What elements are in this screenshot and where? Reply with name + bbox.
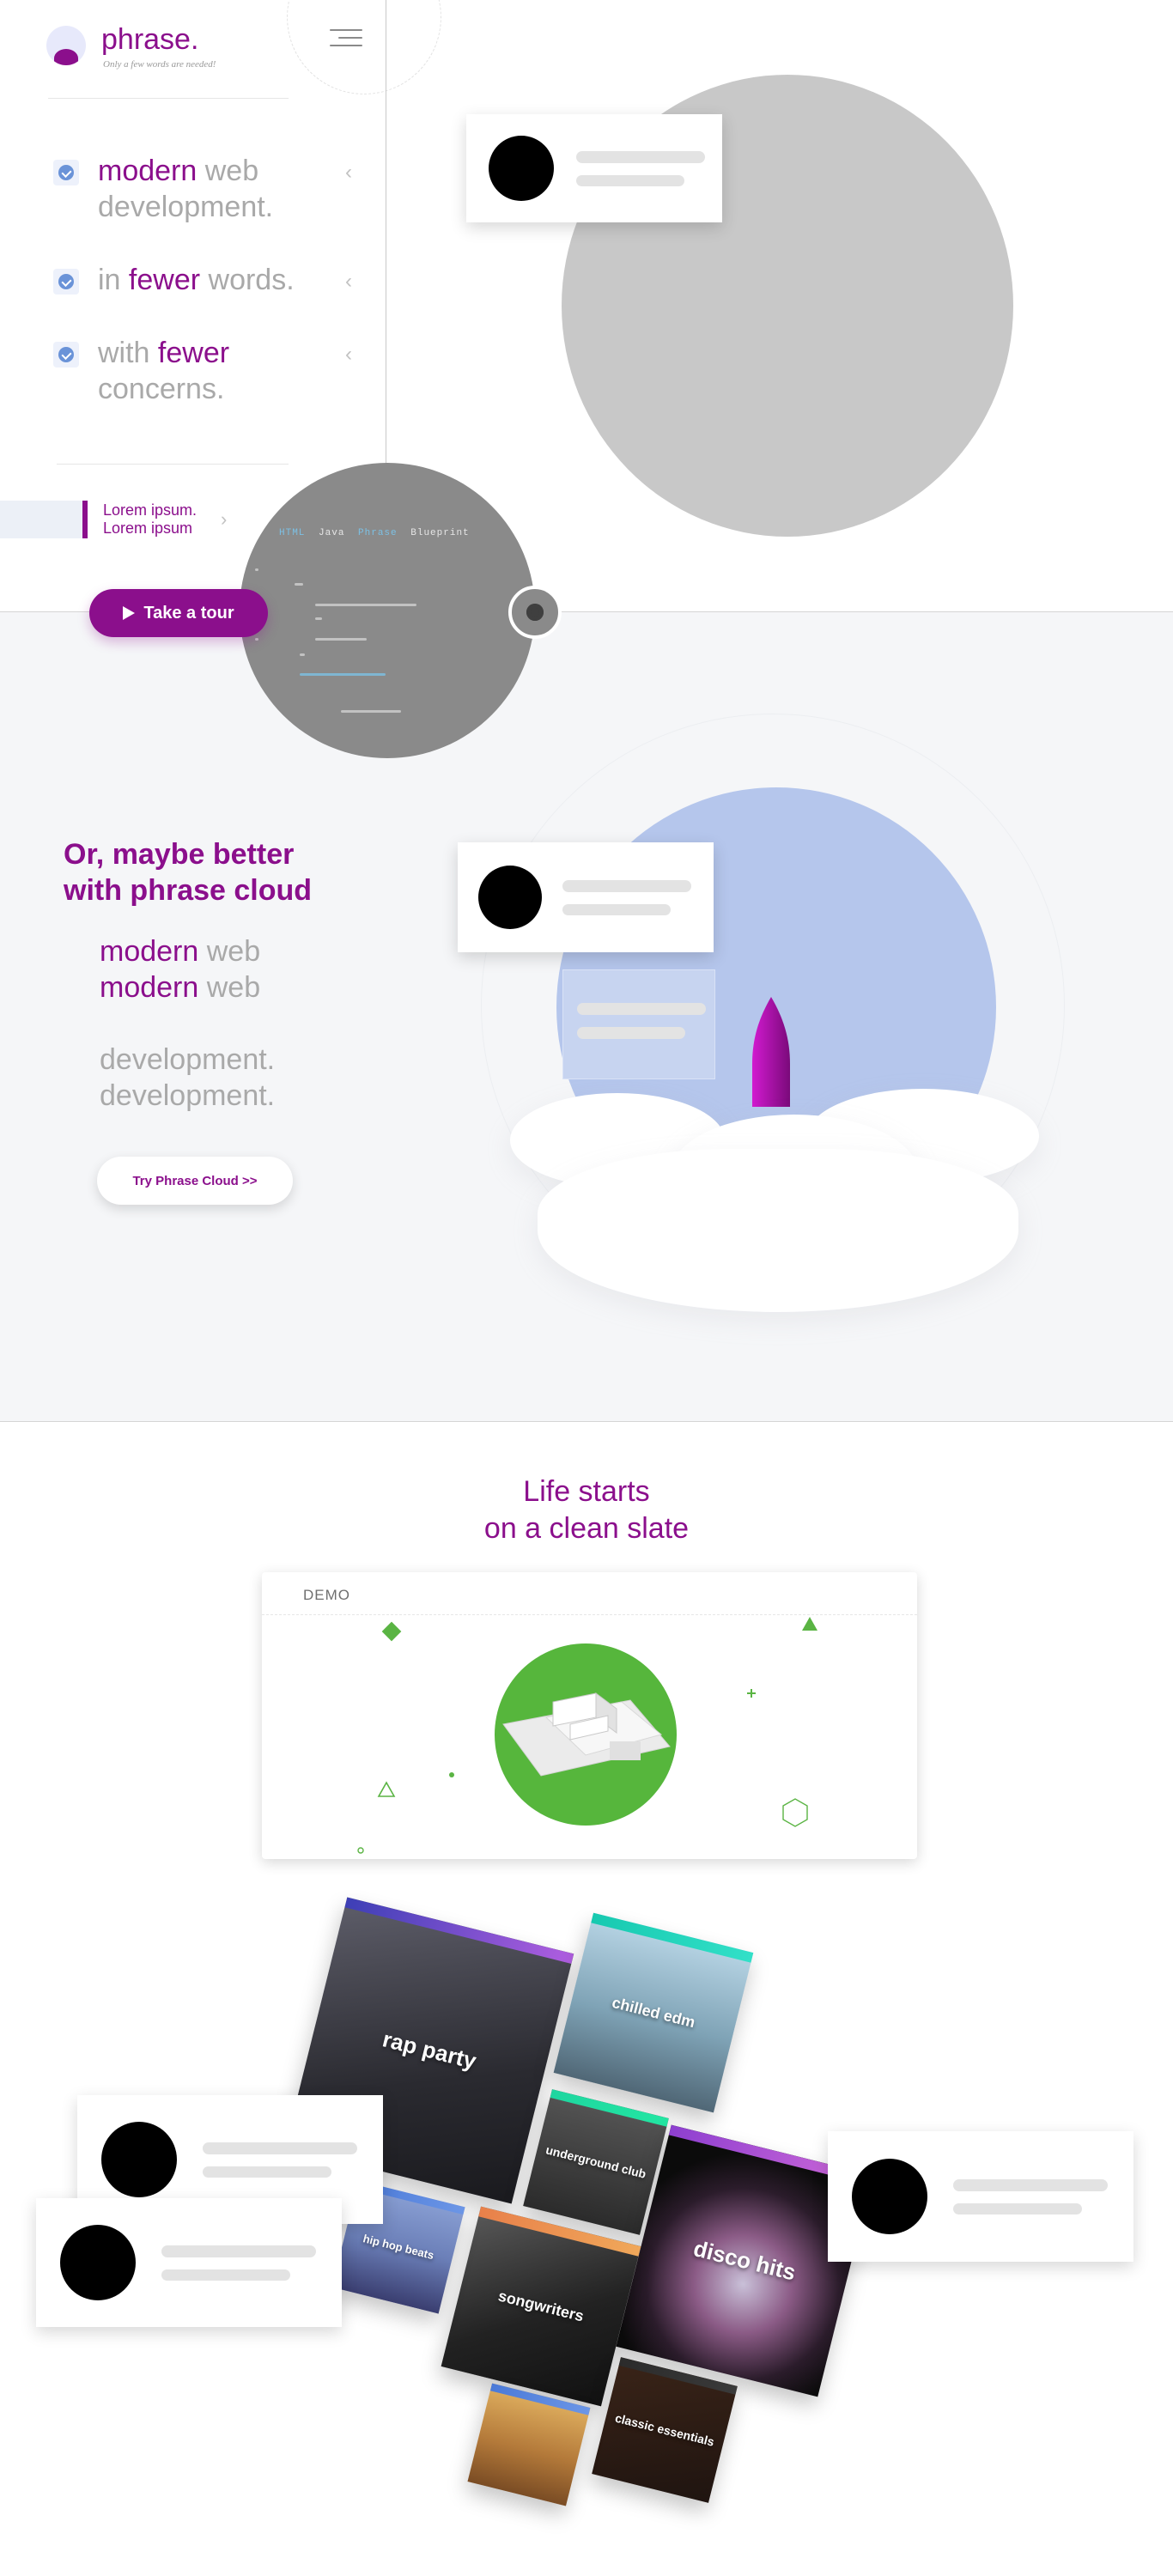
slate-title-line-1: Life starts xyxy=(523,1475,650,1508)
ghost-card xyxy=(562,969,715,1079)
playlist-label: classic essentials xyxy=(613,2410,716,2449)
try-phrase-cloud-button[interactable]: Try Phrase Cloud >> xyxy=(97,1157,293,1205)
header-divider xyxy=(48,98,289,99)
triangle-shape xyxy=(802,1617,817,1631)
accent-word: fewer xyxy=(157,337,230,369)
hero-section: phrase. Only a few words are needed! mod… xyxy=(0,0,1173,611)
plain-word: concerns. xyxy=(98,373,225,405)
playlist-tile-chilled-edm[interactable]: chilled edm xyxy=(553,1912,754,2113)
plain-word: web xyxy=(198,935,261,968)
check-icon xyxy=(53,269,79,295)
cloud-section: Or, maybe better with phrase cloud moder… xyxy=(0,611,1173,1422)
lorem-tab-background xyxy=(0,501,82,538)
feature-item-fewer-words[interactable]: in fewer words. ‹ xyxy=(53,262,362,300)
menu-ring-decoration xyxy=(287,0,441,94)
lorem-item[interactable]: Lorem ipsum. Lorem ipsum xyxy=(103,501,197,538)
avatar xyxy=(489,136,554,201)
playlist-label: chilled edm xyxy=(610,1993,697,2032)
chevron-left-icon: ‹ xyxy=(345,161,352,184)
play-icon xyxy=(123,606,136,620)
plain-word: in xyxy=(98,264,129,296)
code-preview-circle: HTML Java Phrase Blueprint xyxy=(240,463,535,758)
accent-word: modern xyxy=(100,971,199,1004)
chevron-left-icon: ‹ xyxy=(345,343,352,366)
plain-word: development. xyxy=(100,1079,276,1112)
playlist-label: disco hits xyxy=(690,2235,799,2286)
tagline: Only a few words are needed! xyxy=(103,59,216,70)
take-tour-label: Take a tour xyxy=(143,603,234,623)
cloud-heading-line-2: with phrase cloud xyxy=(64,874,313,907)
cloud-profile-card xyxy=(458,842,714,952)
cloud-heading-line-1: Or, maybe better xyxy=(64,838,295,871)
avatar xyxy=(60,2225,136,2300)
diamond-shape xyxy=(381,1621,402,1642)
playlist-label xyxy=(480,2433,578,2458)
take-tour-button[interactable]: Take a tour xyxy=(89,589,268,637)
plain-word: with xyxy=(98,337,158,369)
chevron-left-icon: ‹ xyxy=(345,270,352,293)
feature-text: modern web development. xyxy=(98,153,345,225)
github-icon[interactable] xyxy=(508,586,562,639)
playlist-tile-street[interactable] xyxy=(467,2383,591,2506)
accent-word: modern xyxy=(98,155,198,187)
logo-icon[interactable] xyxy=(46,26,86,65)
feature-item-modern-web[interactable]: modern web development. ‹ xyxy=(53,153,362,225)
hero-profile-card xyxy=(466,114,722,222)
avatar xyxy=(852,2159,927,2234)
logo-text[interactable]: phrase. xyxy=(101,23,198,57)
code-tabs: HTML Java Phrase Blueprint xyxy=(279,528,477,538)
feature-item-fewer-concerns[interactable]: with fewer concerns. ‹ xyxy=(53,335,362,407)
hamburger-icon[interactable] xyxy=(325,26,362,52)
accent-word: modern xyxy=(100,935,199,968)
profile-card xyxy=(828,2131,1133,2262)
plus-shape xyxy=(747,1689,756,1698)
feature-text: with fewer concerns. xyxy=(98,335,345,407)
avatar xyxy=(101,2122,177,2197)
check-icon xyxy=(53,342,79,368)
playlist-tile-underground-club[interactable]: underground club xyxy=(523,2089,669,2235)
rocket-icon xyxy=(752,997,790,1107)
slate-title: Life starts on a clean slate xyxy=(0,1473,1173,1547)
code-tab-phrase[interactable]: Phrase xyxy=(358,528,398,538)
circle-outline-shape xyxy=(357,1847,364,1854)
code-tab-blueprint[interactable]: Blueprint xyxy=(410,528,469,538)
cloud-puff xyxy=(538,1149,1018,1312)
cloud-line: development. xyxy=(100,1042,275,1078)
cloud-line: modern web xyxy=(100,933,260,969)
playlist-label: hip hop beats xyxy=(362,2232,435,2263)
playlist-tile-classic-essentials[interactable]: classic essentials xyxy=(592,2357,738,2503)
playlist-label: songwriters xyxy=(496,2287,586,2325)
avatar xyxy=(478,866,542,929)
lorem-line-1: Lorem ipsum. xyxy=(103,501,198,519)
feature-divider xyxy=(57,464,289,465)
cloud-line: modern web xyxy=(100,969,260,1005)
lorem-active-indicator xyxy=(82,501,88,538)
lorem-line-2: Lorem ipsum xyxy=(103,519,193,537)
plain-word: web xyxy=(198,971,261,1004)
cloud-line: development. xyxy=(100,1078,275,1114)
dot-shape xyxy=(449,1772,454,1777)
profile-card xyxy=(36,2198,342,2327)
architecture-model-icon xyxy=(502,1692,671,1777)
triangle-outline-shape xyxy=(377,1781,396,1797)
cube-outline-shape xyxy=(782,1798,808,1827)
code-tab-html[interactable]: HTML xyxy=(279,528,305,538)
playlist-tile-songwriters[interactable]: songwriters xyxy=(441,2206,641,2407)
code-tab-java[interactable]: Java xyxy=(319,528,344,538)
accent-word: fewer xyxy=(128,264,201,296)
feature-text: in fewer words. xyxy=(98,262,345,298)
plain-word: development. xyxy=(100,1043,276,1076)
slate-title-line-2: on a clean slate xyxy=(483,1512,690,1545)
check-icon xyxy=(53,160,79,185)
plain-word: words. xyxy=(200,264,295,296)
playlist-label: rap party xyxy=(380,2026,479,2075)
playlist-label: underground club xyxy=(544,2142,648,2181)
cloud-heading: Or, maybe better with phrase cloud xyxy=(64,836,312,908)
chevron-right-icon[interactable]: › xyxy=(221,508,227,531)
